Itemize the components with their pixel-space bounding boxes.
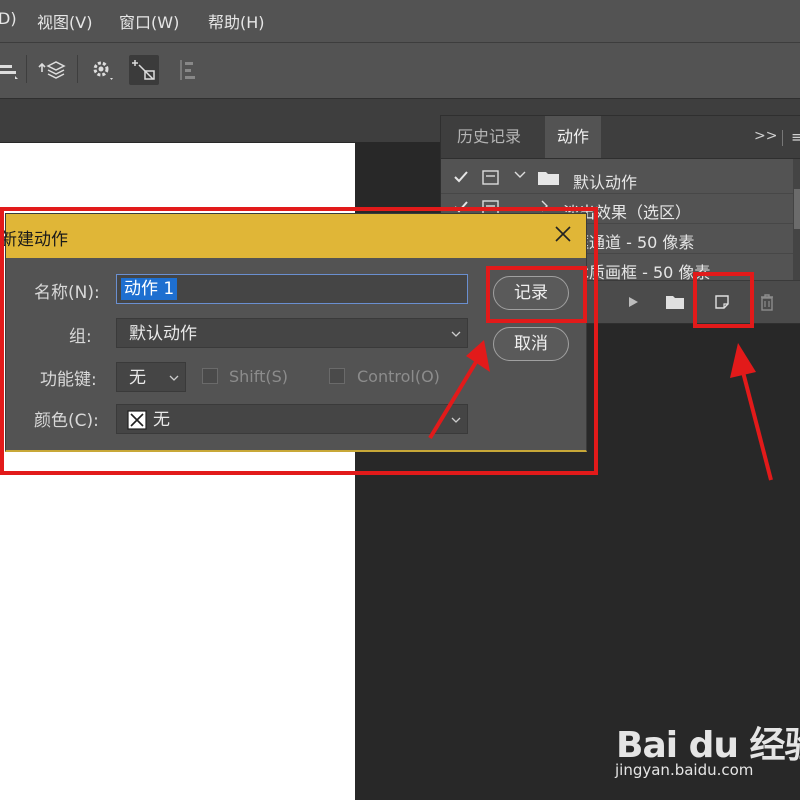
annotation-arrow-new-action xyxy=(730,343,773,481)
annotation-arrow-record xyxy=(428,340,490,440)
watermark-url: jingyan.baidu.com xyxy=(615,761,754,779)
annotation-arrows xyxy=(428,340,773,481)
